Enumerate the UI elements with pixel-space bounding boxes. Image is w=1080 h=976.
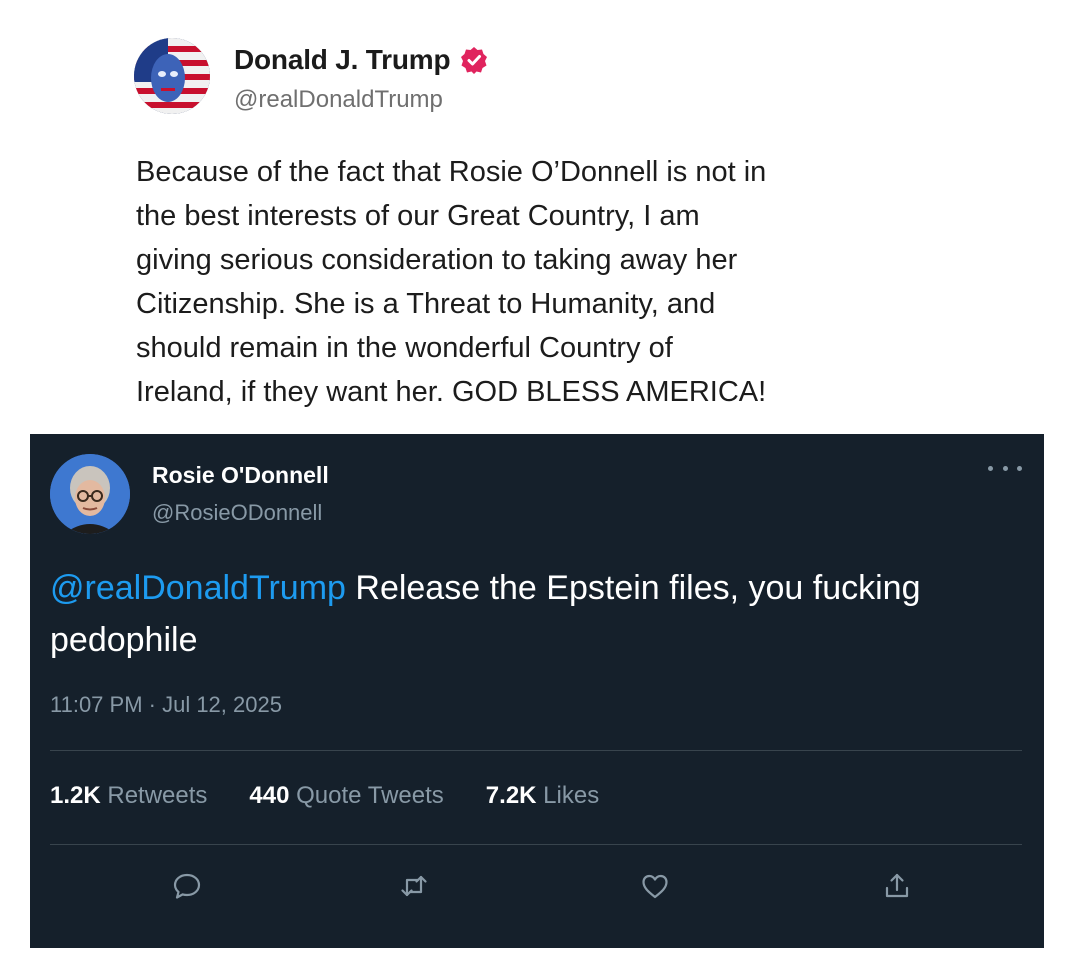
likes-stat[interactable]: 7.2K Likes <box>486 782 599 810</box>
retweets-stat[interactable]: 1.2K Retweets <box>50 782 207 810</box>
share-icon[interactable] <box>877 866 917 906</box>
tweet-timestamp[interactable]: 11:07 PM · Jul 12, 2025 <box>50 692 282 718</box>
retweets-label: Retweets <box>107 782 208 809</box>
likes-label: Likes <box>543 782 600 809</box>
author-display-name[interactable]: Donald J. Trump <box>234 44 451 76</box>
author-handle[interactable]: @realDonaldTrump <box>234 86 443 114</box>
truth-social-post: Donald J. Trump @realDonaldTrump Because… <box>0 0 1080 432</box>
engagement-stats: 1.2K Retweets 440 Quote Tweets 7.2K Like… <box>50 782 599 810</box>
rosie-avatar[interactable] <box>50 454 130 534</box>
retweets-count: 1.2K <box>50 782 101 809</box>
quote-tweets-label: Quote Tweets <box>296 782 444 809</box>
author-display-name[interactable]: Rosie O'Donnell <box>152 462 329 489</box>
retweet-icon[interactable] <box>394 866 434 906</box>
tweet-card: Rosie O'Donnell @RosieODonnell @realDona… <box>30 434 1044 948</box>
tweet-text: @realDonaldTrump Release the Epstein fil… <box>50 562 1010 666</box>
likes-count: 7.2K <box>485 782 537 809</box>
trump-avatar[interactable] <box>134 38 210 114</box>
author-handle[interactable]: @RosieODonnell <box>152 500 322 526</box>
action-bar <box>30 866 1044 906</box>
divider <box>50 750 1022 751</box>
more-options-icon[interactable] <box>988 456 1022 480</box>
quote-tweets-stat[interactable]: 440 Quote Tweets <box>249 782 443 810</box>
post-body: Because of the fact that Rosie O’Donnell… <box>136 156 767 408</box>
like-icon[interactable] <box>635 866 675 906</box>
mention-link[interactable]: @realDonaldTrump <box>50 569 346 607</box>
reply-icon[interactable] <box>167 866 207 906</box>
quote-tweets-count: 440 <box>249 782 290 809</box>
divider <box>50 844 1022 845</box>
verified-badge-icon <box>460 46 488 74</box>
